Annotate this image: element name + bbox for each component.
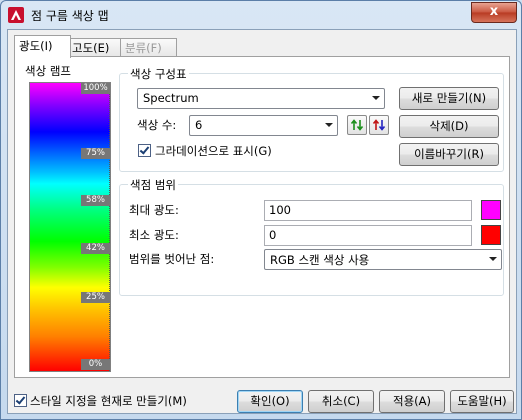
set-current-label[interactable]: 스타일 지정을 현재로 만들기(M): [30, 393, 187, 409]
ramp-divider: [109, 83, 110, 371]
color-scheme-title: 색상 구성표: [128, 66, 189, 82]
max-intensity-value: 100: [269, 203, 291, 217]
dialog-client: 광도(I) 고도(E) 분류(F) 색상 램프 100% 75% 58% 42%…: [7, 29, 517, 414]
ramp-tick-100: 100%: [81, 83, 110, 94]
gradient-checkbox-label[interactable]: 그라데이션으로 표시(G): [155, 143, 272, 159]
min-intensity-input[interactable]: 0: [264, 225, 472, 246]
color-count-label: 색상 수:: [137, 118, 177, 132]
set-current-checkbox[interactable]: [14, 394, 27, 407]
close-icon: x: [489, 4, 499, 19]
max-color-swatch[interactable]: [481, 200, 501, 220]
title-bar[interactable]: 점 구름 색상 맵 x: [1, 1, 521, 29]
min-intensity-value: 0: [269, 228, 277, 242]
color-range-title: 색점 범위: [128, 177, 178, 193]
out-of-range-value: RGB 스캔 색상 사용: [270, 253, 370, 267]
tab-panel-intensity: 색상 램프 100% 75% 58% 42% 25% 0% 색상 구성표 Spe…: [14, 56, 510, 378]
apply-button[interactable]: 적용(A): [379, 390, 445, 413]
delete-scheme-button[interactable]: 삭제(D): [399, 115, 499, 138]
color-count-select[interactable]: 6: [189, 115, 338, 136]
color-scheme-value: Spectrum: [143, 91, 199, 105]
help-button[interactable]: 도움말(H): [450, 390, 514, 413]
ramp-tick-58: 58%: [81, 195, 110, 206]
invert-arrows-icon: [372, 119, 386, 131]
max-intensity-label: 최대 광도:: [129, 203, 179, 217]
chevron-down-icon: [372, 96, 380, 100]
cancel-button[interactable]: 취소(C): [308, 390, 374, 413]
tab-elevation[interactable]: 고도(E): [67, 38, 123, 57]
swap-arrows-icon: [350, 119, 364, 131]
color-ramp-title: 색상 램프: [25, 64, 71, 78]
ok-button[interactable]: 확인(O): [237, 390, 303, 413]
dialog-window: 점 구름 색상 맵 x 광도(I) 고도(E) 분류(F) 색상 램프 100%…: [0, 0, 522, 420]
tab-classification: 분류(F): [120, 38, 177, 57]
ramp-tick-0: 0%: [81, 359, 110, 370]
reverse-colors-button[interactable]: [347, 115, 367, 135]
ramp-tick-25: 25%: [81, 292, 110, 303]
color-scheme-select[interactable]: Spectrum: [137, 88, 385, 109]
new-scheme-button[interactable]: 새로 만들기(N): [399, 87, 499, 110]
out-of-range-select[interactable]: RGB 스캔 색상 사용: [264, 249, 502, 270]
color-scheme-group: 색상 구성표 Spectrum 새로 만들기(N) 색상 수: 6 삭제(D) …: [119, 66, 504, 172]
ramp-tick-75: 75%: [81, 148, 110, 159]
autocad-app-icon: [8, 7, 24, 23]
color-range-group: 색점 범위 최대 광도: 100 최소 광도: 0 범위를 벗어난 점: RGB…: [119, 177, 504, 296]
color-count-value: 6: [195, 118, 203, 132]
max-intensity-input[interactable]: 100: [264, 200, 472, 221]
gradient-checkbox[interactable]: [138, 144, 151, 157]
invert-colors-button[interactable]: [369, 115, 389, 135]
chevron-down-icon: [325, 123, 333, 127]
window-title: 점 구름 색상 맵: [31, 9, 109, 23]
close-button[interactable]: x: [471, 2, 517, 23]
color-ramp-preview: 100% 75% 58% 42% 25% 0%: [29, 82, 111, 372]
min-intensity-label: 최소 광도:: [129, 228, 179, 242]
out-of-range-label: 범위를 벗어난 점:: [129, 252, 215, 266]
ramp-tick-42: 42%: [81, 243, 110, 254]
min-color-swatch[interactable]: [481, 225, 501, 245]
chevron-down-icon: [489, 257, 497, 261]
tab-intensity[interactable]: 광도(I): [14, 35, 71, 58]
rename-scheme-button[interactable]: 이름바꾸기(R): [399, 143, 499, 166]
